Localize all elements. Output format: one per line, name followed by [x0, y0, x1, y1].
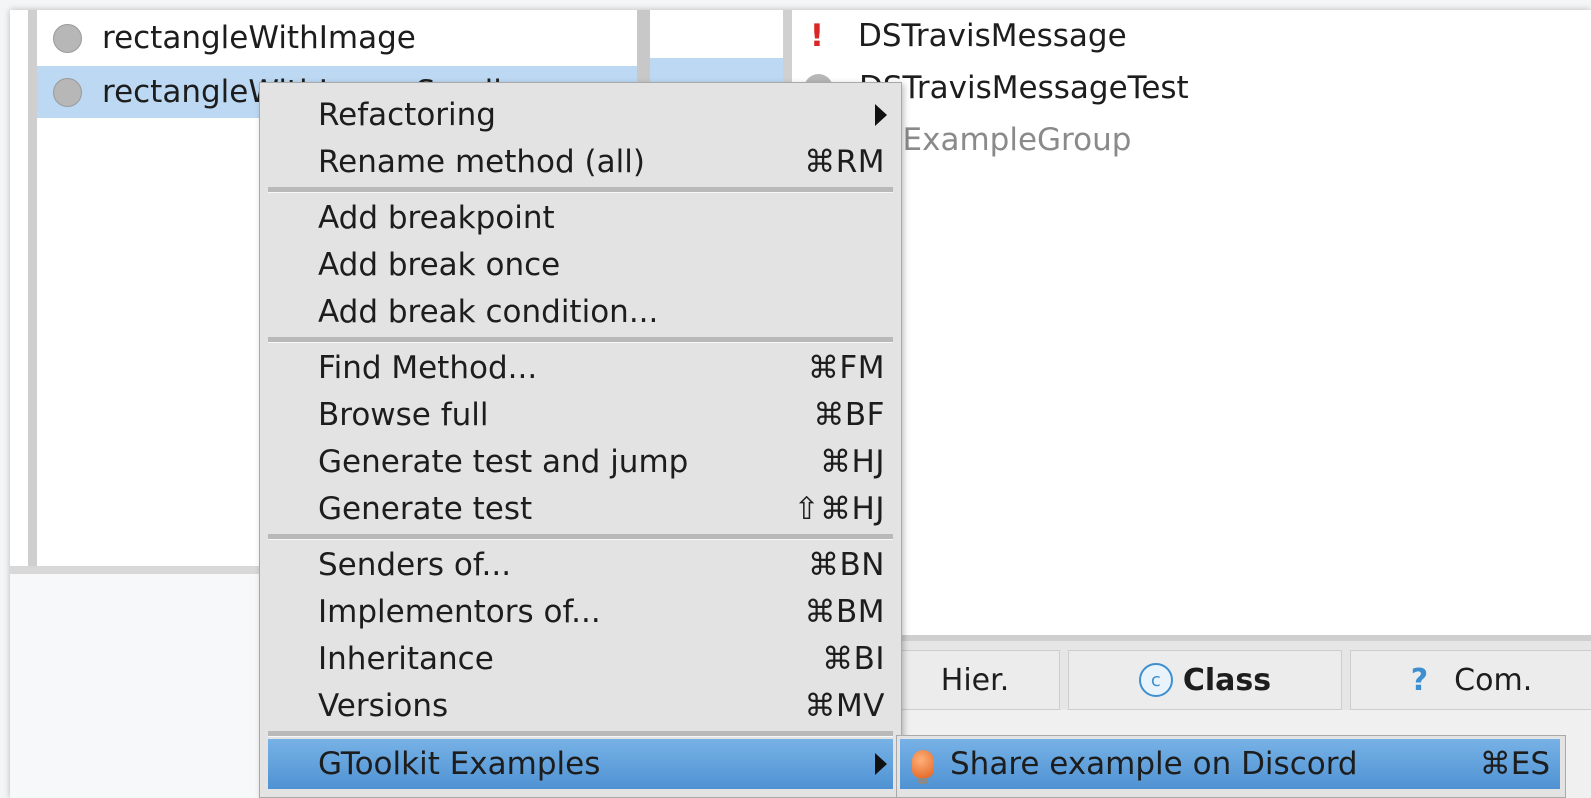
method-status-icon: [53, 77, 82, 107]
tab-comment[interactable]: ? Com.: [1350, 650, 1591, 710]
menu-item-share-example-on-discord[interactable]: Share example on Discord ⌘ES: [900, 739, 1560, 789]
menu-item-label: GToolkit Examples: [318, 746, 601, 782]
help-icon: ?: [1410, 662, 1429, 698]
menu-item-label: Browse full: [318, 396, 489, 433]
menu-item-label: Generate test and jump: [318, 443, 689, 480]
menu-item-browse-full[interactable]: Browse full ⌘BF: [268, 391, 893, 438]
menu-item-add-break-condition[interactable]: Add break condition...: [268, 288, 893, 335]
menu-item-shortcut: ⇧⌘HJ: [793, 490, 885, 527]
menu-item-generate-test[interactable]: Generate test ⇧⌘HJ: [268, 485, 893, 532]
method-status-icon: [53, 23, 82, 53]
menu-item-label: Versions: [318, 687, 449, 724]
class-label: DSTravisMessage: [858, 18, 1127, 54]
menu-item-shortcut: ⌘BI: [822, 640, 885, 677]
tab-label: Hier.: [940, 662, 1010, 698]
menu-item-add-break-once[interactable]: Add break once: [268, 241, 893, 288]
menu-item-inheritance[interactable]: Inheritance ⌘BI: [268, 635, 893, 682]
menu-separator: [268, 187, 893, 193]
tab-label: Class: [1182, 662, 1272, 698]
method-label: rectangleWithImage: [102, 20, 416, 56]
browser-tab-bar: Hier. c Class ? Com.: [890, 635, 1591, 710]
error-marker-icon: !: [809, 18, 825, 54]
submenu-arrow-icon: [875, 753, 887, 775]
class-list[interactable]: ! DSTravisMessage DSTravisMessageTest DS…: [783, 10, 1591, 635]
menu-item-shortcut: ⌘MV: [804, 687, 885, 724]
tab-hierarchy[interactable]: Hier.: [890, 650, 1060, 710]
menu-item-label: Inheritance: [318, 640, 494, 677]
menu-item-rename-method[interactable]: Rename method (all) ⌘RM: [268, 138, 893, 185]
menu-item-label: Add break condition...: [318, 293, 659, 330]
menu-item-label: Rename method (all): [318, 143, 645, 180]
menu-item-shortcut: ⌘RM: [804, 143, 885, 180]
class-item[interactable]: ! DSTravisMessage: [792, 10, 1127, 62]
menu-item-shortcut: ⌘FM: [807, 349, 885, 386]
submenu-arrow-icon: [875, 103, 887, 126]
menu-item-generate-test-and-jump[interactable]: Generate test and jump ⌘HJ: [268, 438, 893, 485]
tab-class[interactable]: c Class: [1068, 650, 1342, 710]
menu-item-shortcut: ⌘HJ: [820, 443, 885, 480]
menu-item-label: Find Method...: [318, 349, 538, 386]
menu-item-label: Generate test: [318, 490, 533, 527]
menu-item-senders-of[interactable]: Senders of... ⌘BN: [268, 541, 893, 588]
lower-pane: [10, 566, 270, 798]
menu-item-gtoolkit-examples[interactable]: GToolkit Examples: [268, 739, 893, 789]
menu-item-label: Implementors of...: [318, 593, 601, 630]
class-icon: c: [1138, 663, 1173, 697]
class-label: DSTravisMessageTest: [859, 70, 1189, 106]
menu-item-implementors-of[interactable]: Implementors of... ⌘BM: [268, 588, 893, 635]
menu-item-shortcut: ⌘BF: [813, 396, 885, 433]
context-menu: Refactoring Rename method (all) ⌘RM Add …: [259, 82, 902, 798]
method-item[interactable]: rectangleWithImage: [37, 12, 637, 64]
menu-item-label: Add break once: [318, 246, 561, 283]
lightbulb-icon: [912, 750, 934, 784]
menu-separator: [268, 731, 893, 737]
menu-item-find-method[interactable]: Find Method... ⌘FM: [268, 344, 893, 391]
menu-item-versions[interactable]: Versions ⌘MV: [268, 682, 893, 729]
menu-item-label: Add breakpoint: [318, 199, 555, 236]
menu-separator: [268, 337, 893, 343]
menu-item-label: Refactoring: [318, 96, 496, 133]
menu-item-label: Share example on Discord: [950, 746, 1358, 782]
menu-separator: [268, 534, 893, 540]
menu-item-add-breakpoint[interactable]: Add breakpoint: [268, 194, 893, 241]
tab-label: Com.: [1454, 662, 1533, 698]
menu-item-label: Senders of...: [318, 546, 512, 583]
menu-item-shortcut: ⌘BN: [808, 546, 885, 583]
menu-item-shortcut: ⌘BM: [804, 593, 885, 630]
menu-item-shortcut: ⌘ES: [1479, 746, 1550, 782]
menu-item-refactoring[interactable]: Refactoring: [268, 91, 893, 138]
